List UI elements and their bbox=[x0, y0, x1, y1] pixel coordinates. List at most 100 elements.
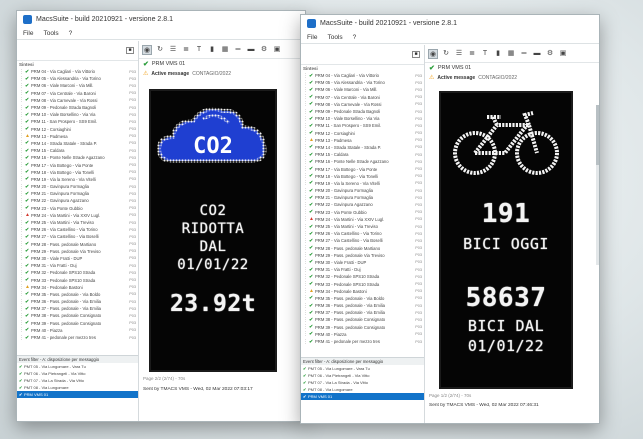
vms-list-item[interactable]: ⋮ ✔ PRM 33 - Pedonale SPS10 Strada P03 bbox=[17, 276, 138, 283]
event-row[interactable]: ✔ PMT 07 - Via La Strada - Via Vitto bbox=[301, 379, 424, 386]
vms-list-item[interactable]: ⋮ ▲ PRM 24 - Via Martini - Via XXIV Lugl. P… bbox=[17, 212, 138, 219]
calendar-icon[interactable]: ▦ bbox=[506, 49, 516, 59]
vms-list-item[interactable]: ⋮ ✔ PRM 23 - Via Ponte Gubbio P03 bbox=[301, 209, 424, 216]
vms-list-item[interactable]: ⋮ ✔ PRM 10 - Viale Borsellino - Via Via P03 bbox=[301, 115, 424, 122]
refresh-icon[interactable]: ↻ bbox=[441, 49, 451, 59]
vms-list-item[interactable]: ⋮ ✔ PRM 12 - Corsiaghini P03 bbox=[17, 126, 138, 133]
bus-icon[interactable]: ▬ bbox=[246, 45, 256, 55]
vms-list-item[interactable]: ⋮ ✔ PRM 36 - Pass. pedonale - Via Emilia P0… bbox=[17, 298, 138, 305]
vms-list-item[interactable]: ⋮ ✔ PRM 19 - Via la Sereno - Via Vitelli P0… bbox=[301, 180, 424, 187]
event-row[interactable]: ✔ PMT 07 - Via La Strada - Via Vitto bbox=[17, 377, 138, 384]
vms-list-item[interactable]: ⋮ ✔ PRM 06 - Viale Marconi - Via Mill. P03 bbox=[301, 86, 424, 93]
event-row[interactable]: ✔ PRM VMS 01 bbox=[17, 391, 138, 398]
vms-list-item[interactable]: ⋮ ▲ PRM 24 - Via Martini - Via XXIV Lugl. P… bbox=[301, 216, 424, 223]
vms-list-item[interactable]: ⋮ ✔ PRM 37 - Pass. pedonale - Via Emilia P0… bbox=[17, 305, 138, 312]
eye-icon[interactable]: ◉ bbox=[142, 44, 152, 55]
refresh-icon[interactable]: ↻ bbox=[155, 45, 165, 55]
vms-list-item[interactable]: ⋮ ✔ PRM 41 - pedonale per mezzo tres P03 bbox=[17, 334, 138, 341]
vms-list-item[interactable]: ⋮ ▲ PRM 34 - Pedonale Bastoni P03 bbox=[17, 284, 138, 291]
vms-list-item[interactable]: ⋮ ✔ PRM 17 - Via Bottego - Via Ponte P03 bbox=[17, 161, 138, 168]
vms-list-item[interactable]: ⋮ ✔ PRM 16 - Ponte Nelle Strade Agazzano P0… bbox=[301, 158, 424, 165]
vms-list-item[interactable]: ⋮ ✔ PRM 14 - Strada Statale - Strada P. P03 bbox=[301, 144, 424, 151]
vms-list-item[interactable]: ⋮ ✔ PRM 19 - Via la Sereno - Via Vitelli P0… bbox=[17, 176, 138, 183]
vms-list-item[interactable]: ⋮ ✔ PRM 29 - Pass. pedonale Via Treviso P03 bbox=[301, 252, 424, 259]
event-row[interactable]: ✔ PMT 08 - Via Lungomare bbox=[301, 386, 424, 393]
vms-list-item[interactable]: ⋮ ✔ PRM 36 - Pass. pedonale - Via Emilia P0… bbox=[301, 302, 424, 309]
vms-list-item[interactable]: ⋮ ✔ PRM 27 - Via Castellino - Via Boselli P… bbox=[17, 233, 138, 240]
vms-list-item[interactable]: ⋮ ✔ PRM 04 - Via Cagliari - Via Vittorio P0… bbox=[17, 68, 138, 75]
list-icon[interactable]: ☰ bbox=[168, 45, 178, 55]
vms-list-item[interactable]: ⋮ ✔ PRM 32 - Pedonale SPS10 Strada P03 bbox=[301, 273, 424, 280]
vms-list[interactable]: ⋮ ✔ PRM 04 - Via Cagliari - Via Vittorio P0… bbox=[301, 72, 424, 357]
vms-list-item[interactable]: ⋮ ✔ PRM 18 - Via Bottego - Via Tonelli P03 bbox=[17, 169, 138, 176]
menu-help[interactable]: ? bbox=[69, 30, 73, 37]
vms-list-item[interactable]: ⋮ ✔ PRM 20 - Gavinpura Formaglia P03 bbox=[17, 183, 138, 190]
vms-list-item[interactable]: ⋮ ✔ PRM 31 - Via Fratti - Duj P03 bbox=[17, 262, 138, 269]
text-icon[interactable]: T bbox=[194, 45, 204, 55]
vms-list-item[interactable]: ⋮ ✔ PRM 38 - Pass. pedonale Consignato P03 bbox=[301, 316, 424, 323]
stack-icon[interactable]: ≣ bbox=[467, 49, 477, 59]
scrollbar[interactable] bbox=[596, 105, 599, 265]
road-icon[interactable]: ═ bbox=[519, 49, 529, 59]
vms-list-item[interactable]: ⋮ ✔ PRM 12 - Corsiaghini P03 bbox=[301, 130, 424, 137]
monitor-icon[interactable]: ▣ bbox=[558, 49, 568, 59]
vms-list-item[interactable]: ⋮ ✔ PRM 40 - Piazza P03 bbox=[17, 327, 138, 334]
vms-list-item[interactable]: ⋮ ✔ PRM 26 - Via Castellino - Via Torino P0… bbox=[17, 226, 138, 233]
vms-list-item[interactable]: ⋮ ✔ PRM 30 - Viale Fratti - DUP P03 bbox=[301, 259, 424, 266]
vms-list-item[interactable]: ⋮ ✔ PRM 07 - Via Centrale - Via Baroni P03 bbox=[17, 90, 138, 97]
monitor-icon[interactable]: ▣ bbox=[272, 45, 282, 55]
vms-list-item[interactable]: ⋮ ✔ PRM 35 - Pass. pedonale - Via Boldo P03 bbox=[301, 295, 424, 302]
vms-list-item[interactable]: ⋮ ✔ PRM 25 - Via Martini - Via Treviso P03 bbox=[17, 219, 138, 226]
event-row[interactable]: ✔ PMT 06 - Via Pietrangeli - Via Vitto bbox=[301, 372, 424, 379]
vms-list-item[interactable]: ⋮ ✔ PRM 06 - Viale Marconi - Via Mill. P03 bbox=[17, 82, 138, 89]
vms-list-item[interactable]: ⋮ ✔ PRM 21 - Gavinpura Formaglia P03 bbox=[301, 194, 424, 201]
calendar-icon[interactable]: ▦ bbox=[220, 45, 230, 55]
event-row[interactable]: ✔ PRM VMS 01 bbox=[301, 393, 424, 400]
vms-list-item[interactable]: ⋮ ✔ PRM 39 - Pass. pedonale Consignato P03 bbox=[17, 320, 138, 327]
vms-list-item[interactable]: ⋮ ✔ PRM 37 - Pass. pedonale - Via Emilia P0… bbox=[301, 309, 424, 316]
vms-list-item[interactable]: ⋮ ✔ PRM 15 - Caldara P03 bbox=[17, 147, 138, 154]
chart-icon[interactable]: ▮ bbox=[207, 45, 217, 55]
menu-tools[interactable]: Tools bbox=[43, 30, 58, 37]
vms-list-item[interactable]: ⋮ ✔ PRM 20 - Gavinpura Formaglia P03 bbox=[301, 187, 424, 194]
vms-list-item[interactable]: ⋮ ▲ PRM 34 - Pedonale Bastoni P03 bbox=[301, 288, 424, 295]
vms-list-item[interactable]: ⋮ ✔ PRM 27 - Via Castellino - Via Boselli P… bbox=[301, 237, 424, 244]
vms-list-item[interactable]: ⋮ ✔ PRM 40 - Piazza P03 bbox=[301, 331, 424, 338]
vms-list-item[interactable]: ⋮ ✔ PRM 11 - San Prospero - SS9 Emil. P03 bbox=[301, 122, 424, 129]
menu-file[interactable]: File bbox=[307, 34, 317, 41]
collapse-icon[interactable]: ■ bbox=[412, 51, 420, 58]
vms-list-item[interactable]: ⋮ ✔ PRM 21 - Gavinpura Formaglia P03 bbox=[17, 190, 138, 197]
vms-list-item[interactable]: ⋮ ✔ PRM 35 - Pass. pedonale - Via Boldo P03 bbox=[17, 291, 138, 298]
menu-file[interactable]: File bbox=[23, 30, 33, 37]
vms-list-item[interactable]: ⋮ ✔ PRM 08 - Via Carnevale - Via Rossi P03 bbox=[17, 97, 138, 104]
vms-list-item[interactable]: ⋮ ✔ PRM 16 - Ponte Nelle Strade Agazzano P0… bbox=[17, 154, 138, 161]
vms-list-item[interactable]: ⋮ ✔ PRM 04 - Via Cagliari - Via Vittorio P0… bbox=[301, 72, 424, 79]
vms-list-item[interactable]: ⋮ ✔ PRM 09 - Pedonale Strada Bagnoli P03 bbox=[301, 108, 424, 115]
event-row[interactable]: ✔ PMT 05 - Via Lungomare - Vara Tu bbox=[301, 365, 424, 372]
event-row[interactable]: ✔ PMT 08 - Via Lungomare bbox=[17, 384, 138, 391]
vms-list-item[interactable]: ⋮ ✔ PRM 22 - Gavinpura Agazzano P03 bbox=[301, 201, 424, 208]
vms-list-item[interactable]: ⋮ ✔ PRM 29 - Pass. pedonale Via Treviso P03 bbox=[17, 248, 138, 255]
menu-tools[interactable]: Tools bbox=[327, 34, 342, 41]
vms-list-item[interactable]: ⋮ ✔ PRM 28 - Pass. pedonale Martiano P03 bbox=[301, 245, 424, 252]
chart-icon[interactable]: ▮ bbox=[493, 49, 503, 59]
vms-list-item[interactable]: ⋮ ✔ PRM 11 - San Prospero - SS9 Emil. P03 bbox=[17, 118, 138, 125]
vms-list-item[interactable]: ⋮ ✔ PRM 25 - Via Martini - Via Treviso P03 bbox=[301, 223, 424, 230]
vms-list-item[interactable]: ⋮ ✔ PRM 09 - Pedonale Strada Bagnoli P03 bbox=[17, 104, 138, 111]
vms-list-item[interactable]: ⋮ ✔ PRM 28 - Pass. pedonale Martiano P03 bbox=[17, 241, 138, 248]
vms-list-item[interactable]: ⋮ ✔ PRM 07 - Via Centrale - Via Baroni P03 bbox=[301, 94, 424, 101]
bus-icon[interactable]: ▬ bbox=[532, 49, 542, 59]
vms-list-item[interactable]: ⋮ ✔ PRM 31 - Via Fratti - Duj P03 bbox=[301, 266, 424, 273]
vms-list[interactable]: ⋮ ✔ PRM 04 - Via Cagliari - Via Vittorio P0… bbox=[17, 68, 138, 355]
stack-icon[interactable]: ≣ bbox=[181, 45, 191, 55]
road-icon[interactable]: ═ bbox=[233, 45, 243, 55]
vms-list-item[interactable]: ⋮ ✔ PRM 38 - Pass. pedonale Consignato P03 bbox=[17, 312, 138, 319]
collapse-icon[interactable]: ■ bbox=[126, 47, 134, 54]
eye-icon[interactable]: ◉ bbox=[428, 48, 438, 59]
vms-list-item[interactable]: ⋮ ✔ PRM 22 - Gavinpura Agazzano P03 bbox=[17, 197, 138, 204]
vms-list-item[interactable]: ⋮ ✔ PRM 41 - pedonale per mezzo tres P03 bbox=[301, 338, 424, 345]
vms-list-item[interactable]: ⋮ ✔ PRM 30 - Viale Fratti - DUP P03 bbox=[17, 255, 138, 262]
event-row[interactable]: ✔ PMT 06 - Via Pietrangeli - Via Vitto bbox=[17, 370, 138, 377]
menu-help[interactable]: ? bbox=[353, 34, 357, 41]
settings-icon[interactable]: ⚙ bbox=[545, 49, 555, 59]
